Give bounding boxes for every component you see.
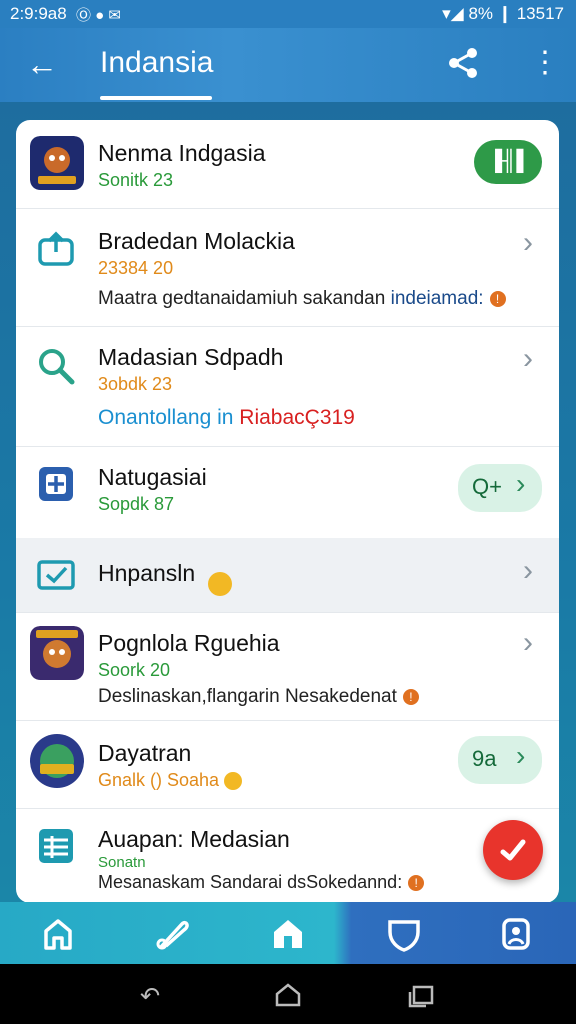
list-item[interactable]: Hnpansln › — [16, 538, 559, 613]
item-title: Natugasiai — [98, 464, 207, 490]
alert-icon: ! — [402, 688, 419, 705]
mail-check-icon — [37, 560, 75, 590]
add-box-icon — [39, 467, 73, 501]
page-title: Indansia — [100, 46, 214, 79]
chevron-right-icon[interactable]: › — [523, 626, 533, 660]
emoji-icon — [224, 772, 243, 791]
status-right: ▾◢ 8% ❙ 13517 — [442, 4, 564, 23]
back-arrow-icon[interactable]: ← — [26, 46, 58, 83]
item-subtitle: 3obdk 23 — [98, 374, 173, 394]
item-subtitle: 23384 20 — [98, 258, 174, 278]
alert-icon: ! — [489, 290, 506, 307]
list-item[interactable]: Natugasiai Sopdk 87 Q+ › — [16, 446, 559, 539]
item-title: Nenma Indgasia — [98, 140, 266, 166]
item-subtitle: Soork 20 — [98, 660, 171, 680]
game-thumbnail-icon — [30, 626, 84, 680]
item-title: Dayatran — [98, 740, 192, 766]
chevron-right-icon[interactable]: › — [523, 342, 533, 376]
item-title: Madasian Sdpadh — [98, 344, 284, 370]
list-item[interactable]: Madasian Sdpadh 3obdk 23 Onantollang in … — [16, 326, 559, 447]
house-icon[interactable] — [268, 914, 308, 954]
item-subtitle: Sopdk 87 — [98, 494, 175, 514]
list-item[interactable]: Bradedan Molackia 23384 20 Maatra gedtan… — [16, 208, 559, 327]
search-icon — [39, 349, 75, 385]
chevron-right-icon: › — [516, 468, 526, 499]
list-item[interactable]: Auapan: Medasian Sonatn Mesanaskam Sanda… — [16, 808, 559, 903]
item-title: Pognlola Rguehia — [98, 630, 280, 656]
status-notification-icons: Ⓞ ● ✉ — [76, 7, 121, 24]
chevron-right-icon: › — [516, 740, 526, 771]
item-title: Hnpansln — [98, 560, 196, 586]
status-bar: 2:9:9a8 Ⓞ ● ✉ ▾◢ 8% ❙ 13517 — [0, 0, 576, 28]
chevron-right-icon[interactable]: › — [523, 554, 533, 588]
alert-icon: ! — [408, 875, 425, 892]
item-subtitle: Sonitk 23 — [98, 170, 174, 190]
recents-icon[interactable] — [408, 984, 436, 1008]
list-item[interactable]: Dayatran Gnalk () Soaha 9a › — [16, 720, 559, 809]
item-title: Bradedan Molackia — [98, 228, 295, 254]
follow-button[interactable]: Q+ › — [458, 464, 542, 512]
item-subtitle: Gnalk () Soaha — [98, 770, 243, 791]
home-icon[interactable] — [274, 982, 302, 1008]
list-item[interactable]: Nenma Indgasia Sonitk 23 ▐╢▌ — [16, 120, 559, 209]
item-title: Auapan: Medasian — [98, 826, 290, 852]
fab-confirm-button[interactable] — [483, 820, 543, 880]
upload-box-icon — [38, 231, 74, 266]
list-item[interactable]: Pognlola Rguehia Soork 20 Deslinaskan,fl… — [16, 612, 559, 721]
bottom-nav — [0, 902, 576, 964]
app-bar: ← Indansia ⋮ — [0, 28, 576, 102]
more-vert-icon[interactable]: ⋮ — [530, 48, 560, 78]
badge-icon[interactable] — [496, 914, 536, 954]
title-underline — [100, 96, 212, 100]
item-description: Mesanaskam Sandarai dsSokedannd:! — [98, 872, 425, 893]
list-card: Nenma Indgasia Sonitk 23 ▐╢▌ Bradedan Mo… — [16, 120, 559, 903]
item-description: Onantollang in RiabacÇ319 — [98, 406, 355, 429]
check-icon — [500, 839, 526, 861]
item-subtitle: Sonatn — [98, 854, 146, 871]
install-button[interactable]: ▐╢▌ — [474, 140, 542, 184]
system-nav-bar: ↶ — [0, 964, 576, 1024]
game-thumbnail-icon — [30, 734, 84, 788]
play-button[interactable]: 9a › — [458, 736, 542, 784]
chevron-right-icon[interactable]: › — [523, 226, 533, 260]
game-thumbnail-icon — [30, 136, 84, 190]
back-icon[interactable]: ↶ — [140, 982, 160, 1011]
table-icon — [39, 829, 73, 863]
emoji-icon — [208, 572, 232, 596]
status-time: 2:9:9a8 — [10, 4, 67, 23]
share-icon[interactable] — [446, 46, 480, 80]
shield-icon[interactable] — [384, 914, 424, 954]
item-description: Maatra gedtanaidamiuh sakandan indeiamad… — [98, 288, 506, 310]
home-icon[interactable] — [38, 914, 78, 954]
item-description: Deslinaskan,flangarin Nesakedenat! — [98, 686, 419, 708]
feather-icon[interactable] — [152, 914, 192, 954]
